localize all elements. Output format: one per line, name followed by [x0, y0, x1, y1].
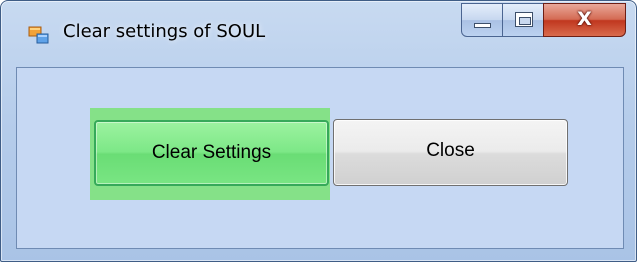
minimize-icon [474, 23, 491, 28]
close-window-button[interactable]: X [543, 3, 626, 37]
maximize-button[interactable] [502, 3, 544, 37]
dialog-client-area: Clear Settings Close [16, 67, 624, 249]
close-icon: X [577, 8, 592, 30]
maximize-icon [515, 12, 533, 27]
app-window-icon[interactable] [28, 26, 50, 44]
window-title: Clear settings of SOUL [63, 21, 266, 42]
clear-settings-button[interactable]: Clear Settings [94, 120, 329, 186]
close-button[interactable]: Close [333, 119, 568, 186]
title-bar[interactable]: Clear settings of SOUL X [1, 1, 636, 57]
minimize-button[interactable] [461, 3, 503, 37]
caption-buttons: X [461, 3, 628, 41]
dialog-window: Clear settings of SOUL X Clear Settings … [0, 0, 637, 262]
